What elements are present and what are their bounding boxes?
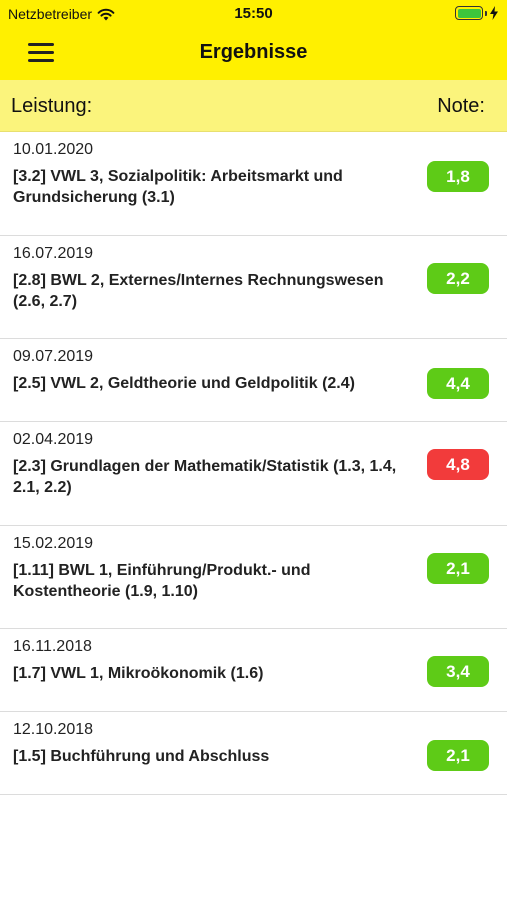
result-title: [2.8] BWL 2, Externes/Internes Rechnungs…	[13, 272, 384, 310]
result-title: [1.5] Buchführung und Abschluss	[13, 748, 270, 765]
result-date: 12.10.2018	[13, 721, 94, 738]
navigation-bar: Ergebnisse	[0, 28, 507, 80]
result-title: [3.2] VWL 3, Sozialpolitik: Arbeitsmarkt…	[13, 168, 343, 206]
result-title: [2.5] VWL 2, Geldtheorie und Geldpolitik…	[13, 375, 355, 392]
grade-badge: 4,4	[427, 368, 489, 399]
result-date: 10.01.2020	[13, 141, 94, 158]
results-list: 10.01.2020 [3.2] VWL 3, Sozialpolitik: Ar…	[0, 132, 507, 795]
result-date: 02.04.2019	[13, 431, 94, 448]
grade-badge: 2,1	[427, 740, 489, 771]
result-date: 16.07.2019	[13, 245, 94, 262]
result-title: [1.7] VWL 1, Mikroökonomik (1.6)	[13, 665, 264, 682]
status-time: 15:50	[234, 5, 273, 22]
grade-badge: 3,4	[427, 656, 489, 687]
result-title: [2.3] Grundlagen der Mathematik/Statisti…	[13, 458, 397, 496]
result-date: 09.07.2019	[13, 348, 94, 365]
battery-tip	[485, 10, 487, 16]
result-row[interactable]: 15.02.2019 [1.11] BWL 1, Einführung/Produ…	[0, 526, 507, 629]
result-row[interactable]: 10.01.2020 [3.2] VWL 3, Sozialpolitik: Ar…	[0, 132, 507, 236]
result-row[interactable]: 09.07.2019 [2.5] VWL 2, Geldtheorie und G…	[0, 339, 507, 422]
result-title: [1.11] BWL 1, Einführung/Produkt.- und K…	[13, 562, 311, 600]
column-header-leistung: Leistung:	[11, 95, 93, 117]
charging-bolt-icon	[490, 6, 498, 20]
result-row[interactable]: 02.04.2019 [2.3] Grundlagen der Mathemati…	[0, 422, 507, 526]
result-date: 16.11.2018	[13, 638, 92, 655]
app-header: Netzbetreiber 15:50 Ergebnisse	[0, 0, 507, 80]
battery-indicator	[455, 6, 499, 20]
column-header-note: Note:	[437, 95, 485, 117]
result-row[interactable]: 16.11.2018 [1.7] VWL 1, Mikroökonomik (1.…	[0, 629, 507, 712]
grade-badge: 4,8	[427, 449, 489, 480]
grade-badge: 2,1	[427, 553, 489, 584]
result-row[interactable]: 12.10.2018 [1.5] Buchführung und Abschlus…	[0, 712, 507, 795]
result-date: 15.02.2019	[13, 535, 94, 552]
grade-badge: 2,2	[427, 263, 489, 294]
page-title: Ergebnisse	[199, 41, 308, 63]
grade-badge: 1,8	[427, 161, 489, 192]
battery-icon	[455, 6, 483, 20]
status-bar: Netzbetreiber 15:50	[0, 0, 507, 28]
column-header: Leistung: Note:	[0, 80, 507, 132]
result-row[interactable]: 16.07.2019 [2.8] BWL 2, Externes/Internes…	[0, 236, 507, 339]
